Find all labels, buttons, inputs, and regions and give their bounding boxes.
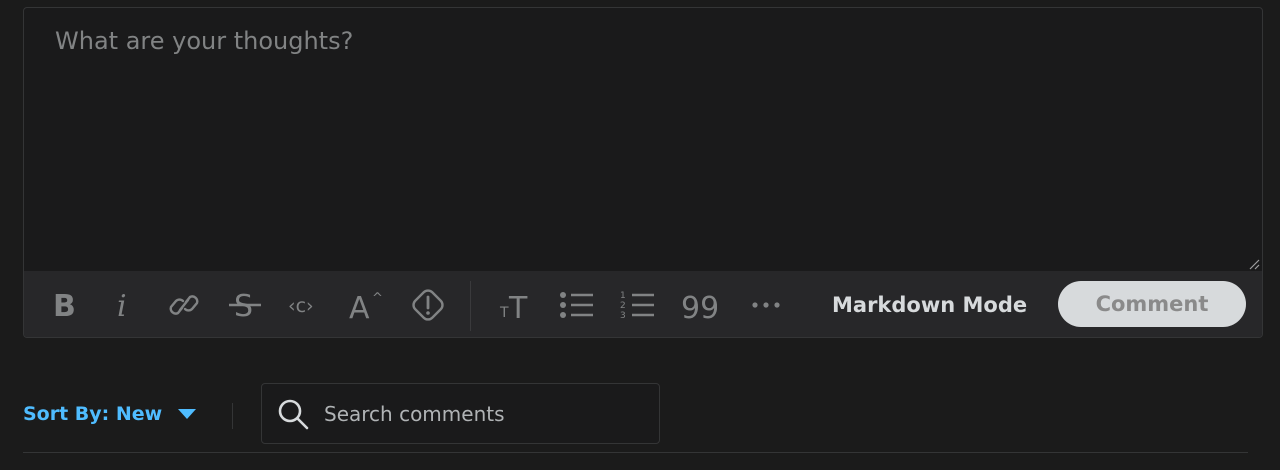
numbered-list-icon: 1 2 3: [620, 291, 654, 321]
comment-button[interactable]: Comment: [1058, 281, 1246, 327]
sort-label: Sort By: New: [23, 403, 163, 425]
search-icon: [278, 399, 309, 429]
superscript-button[interactable]: A ^: [346, 271, 386, 337]
more-button[interactable]: [746, 271, 786, 337]
spoiler-button[interactable]: [407, 271, 449, 337]
comment-placeholder: What are your thoughts?: [55, 27, 354, 55]
sort-dropdown[interactable]: Sort By: New: [23, 400, 197, 428]
svg-text:3: 3: [620, 311, 626, 321]
inline-code-button[interactable]: ‹c›: [286, 271, 328, 337]
svg-text:B: B: [53, 289, 76, 322]
more-icon: [752, 302, 780, 308]
bulleted-list-button[interactable]: [555, 271, 597, 337]
bold-icon: B: [53, 289, 76, 322]
italic-button[interactable]: i: [108, 271, 138, 337]
bold-button[interactable]: B: [46, 271, 82, 337]
spoiler-icon: [412, 289, 444, 321]
toolbar-divider: [470, 281, 471, 331]
section-divider: [23, 452, 1248, 453]
svg-text:^: ^: [372, 291, 383, 306]
resize-grip-icon[interactable]: [1248, 258, 1260, 270]
quote-icon: 99: [681, 291, 717, 322]
strikethrough-button[interactable]: S: [225, 271, 265, 337]
bulleted-list-icon: [560, 292, 593, 318]
comment-textarea[interactable]: What are your thoughts?: [24, 8, 1262, 271]
svg-text:T: T: [499, 305, 509, 321]
quote-button[interactable]: 99: [677, 271, 719, 337]
inline-code-icon: ‹c›: [288, 295, 314, 317]
svg-text:1: 1: [620, 291, 626, 301]
comment-editor: What are your thoughts? B i S ‹c› A ^ T …: [23, 7, 1263, 338]
svg-text:‹c›: ‹c›: [288, 295, 314, 317]
superscript-icon: A ^: [349, 291, 383, 322]
search-placeholder: Search comments: [324, 401, 505, 426]
formatting-toolbar: B i S ‹c› A ^ T T 1 2 3 99 Markdown Mode…: [24, 271, 1262, 337]
strikethrough-icon: S: [229, 289, 261, 322]
svg-text:i: i: [117, 289, 127, 322]
svg-text:99: 99: [681, 291, 717, 322]
svg-text:T: T: [508, 291, 528, 322]
heading-button[interactable]: T T: [494, 271, 534, 337]
markdown-mode-button[interactable]: Markdown Mode: [832, 271, 1027, 337]
link-button[interactable]: [164, 271, 204, 337]
sort-divider: [232, 403, 233, 429]
svg-text:2: 2: [620, 301, 626, 311]
italic-icon: i: [117, 289, 127, 322]
svg-text:A: A: [349, 291, 370, 322]
search-comments-input[interactable]: Search comments: [261, 383, 660, 444]
numbered-list-button[interactable]: 1 2 3: [616, 271, 658, 337]
caret-down-icon: [178, 409, 197, 419]
heading-icon: T T: [499, 291, 528, 322]
link-icon: [169, 295, 199, 315]
